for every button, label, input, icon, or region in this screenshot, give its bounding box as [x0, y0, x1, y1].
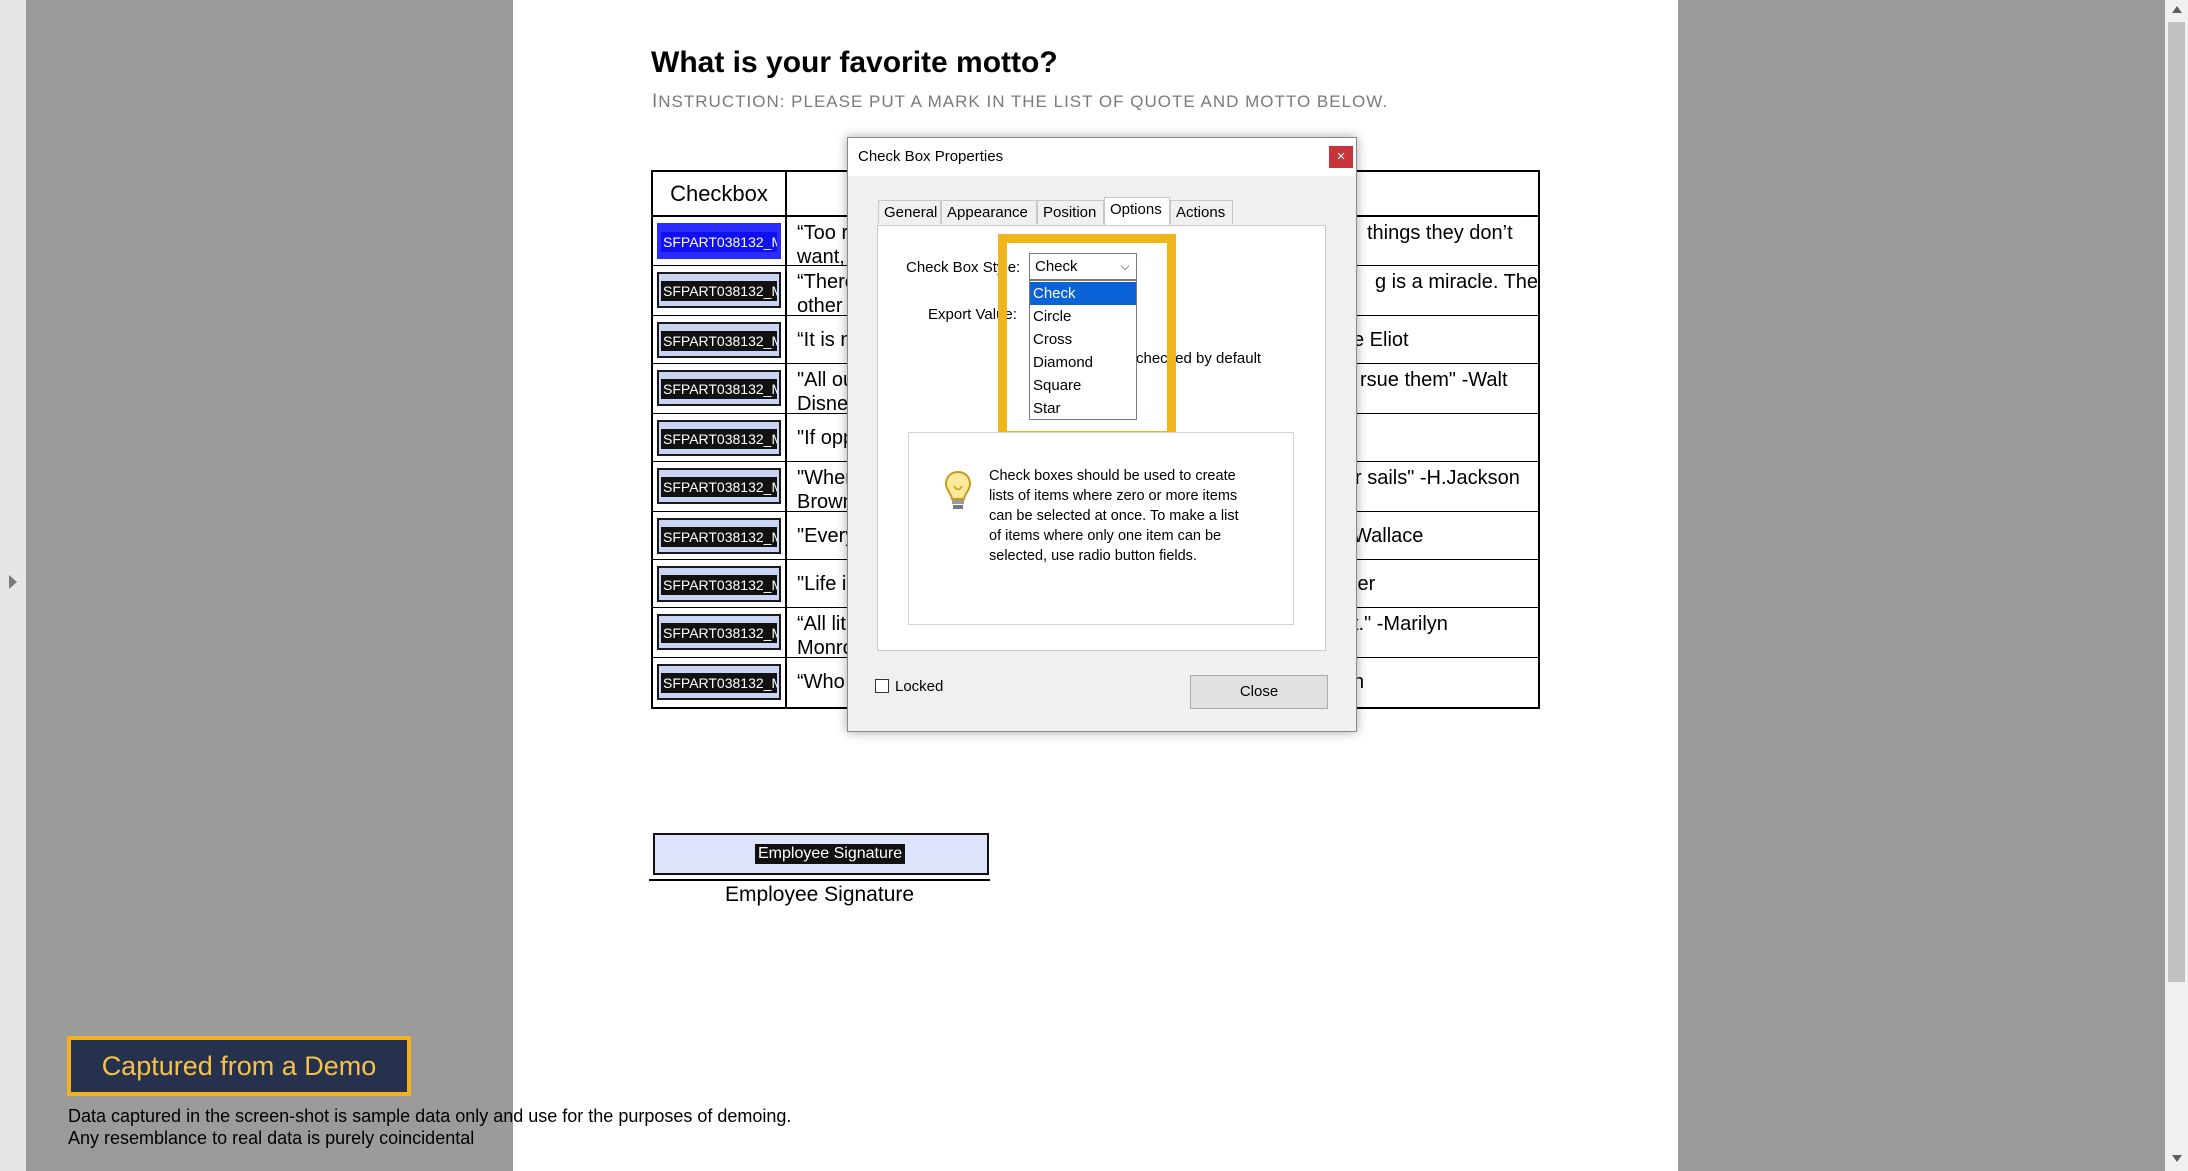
checkbox-cell: SFPART038132_Mc: [653, 462, 787, 511]
checkbox-field[interactable]: SFPART038132_Mc: [657, 322, 781, 358]
close-button[interactable]: Close: [1190, 675, 1328, 709]
signature-field[interactable]: Employee Signature: [653, 833, 989, 875]
checkbox-field[interactable]: SFPART038132_Mc: [657, 614, 781, 650]
expand-panel-icon[interactable]: [9, 575, 17, 589]
checkbox-field[interactable]: SFPART038132_Mc: [657, 468, 781, 504]
locked-label: Locked: [895, 678, 944, 695]
page-title: What is your favorite motto?: [651, 46, 1058, 79]
checkbox-field[interactable]: SFPART038132_Mc: [657, 420, 781, 456]
close-icon[interactable]: ×: [1329, 146, 1353, 168]
tab-general[interactable]: General: [878, 200, 941, 224]
quote-line: "Wher: [797, 467, 852, 489]
quote-line: other: [797, 295, 843, 317]
quote-line: Brown: [797, 491, 854, 513]
tip-box: Check boxes should be used to create lis…: [908, 432, 1294, 625]
quote-line: “All lit: [797, 613, 846, 635]
field-name: SFPART038132_Mc: [661, 232, 777, 252]
tab-actions[interactable]: Actions: [1170, 200, 1233, 224]
signature-field-name: Employee Signature: [755, 844, 906, 864]
quote-line: “It is n: [797, 329, 852, 351]
field-name: SFPART038132_Mc: [661, 575, 777, 595]
tab-position[interactable]: Position: [1037, 200, 1104, 224]
check-box-properties-dialog: Check Box Properties × General Appearanc…: [847, 137, 1357, 732]
checkbox-field-selected[interactable]: SFPART038132_Mc: [657, 223, 781, 259]
highlight-frame: [998, 234, 1176, 440]
quote-line-right: g is a miracle. The: [1375, 271, 1539, 293]
field-name: SFPART038132_Mc: [661, 673, 777, 693]
quote-line-right: rsue them" -Walt: [1360, 369, 1508, 391]
tab-appearance[interactable]: Appearance: [941, 200, 1037, 224]
disclaimer-line-1: Data captured in the screen-shot is samp…: [68, 1106, 792, 1126]
signature-line: [649, 879, 990, 881]
quote-line-right: r sails" -H.Jackson: [1355, 467, 1520, 489]
dialog-title: Check Box Properties: [858, 148, 1004, 165]
checkbox-field[interactable]: SFPART038132_Mc: [657, 272, 781, 308]
checkbox-cell: SFPART038132_Mc: [653, 560, 787, 607]
vertical-scrollbar[interactable]: [2165, 0, 2188, 1171]
field-name: SFPART038132_Mc: [661, 379, 777, 399]
left-panel-strip: [0, 0, 26, 1171]
checkbox-field[interactable]: SFPART038132_Mc: [657, 664, 781, 700]
quote-line: “Who: [797, 671, 845, 693]
checkbox-field[interactable]: SFPART038132_Mc: [657, 566, 781, 602]
scroll-thumb[interactable]: [2168, 22, 2185, 982]
scroll-down-icon[interactable]: [2172, 1155, 2182, 1162]
field-name: SFPART038132_Mc: [661, 477, 777, 497]
disclaimer-line-2: Any resemblance to real data is purely c…: [68, 1128, 475, 1148]
quote-line: Monro: [797, 637, 854, 659]
signature-label: Employee Signature: [724, 883, 915, 906]
checkbox-cell: SFPART038132_Mc: [653, 266, 787, 315]
checkbox-cell: SFPART038132_Mc: [653, 608, 787, 657]
field-name: SFPART038132_Mc: [661, 623, 777, 643]
demo-badge: Captured from a Demo: [67, 1036, 411, 1096]
instruction-text: Instruction: please put a mark in the li…: [652, 91, 1388, 113]
table-header-checkbox: Checkbox: [653, 172, 787, 217]
quote-line: "All ou: [797, 369, 855, 391]
tip-text: Check boxes should be used to create lis…: [989, 468, 1239, 564]
checkbox-cell: SFPART038132_Mc: [653, 217, 787, 265]
checkbox-icon[interactable]: [875, 679, 889, 693]
quote-line-right: e Eliot: [1353, 329, 1409, 351]
quote-line-right: things they don’t: [1367, 222, 1513, 244]
checkbox-cell: SFPART038132_Mc: [653, 316, 787, 363]
quote-line-right: t." -Marilyn: [1353, 613, 1448, 635]
tab-options[interactable]: Options: [1104, 197, 1170, 225]
instruction-rest: nstruction: please put a mark in the lis…: [658, 92, 1389, 111]
checkbox-cell: SFPART038132_Mc: [653, 512, 787, 559]
checkbox-field[interactable]: SFPART038132_Mc: [657, 518, 781, 554]
checkbox-field[interactable]: SFPART038132_Mc: [657, 370, 781, 406]
quote-line: "If opp: [797, 427, 855, 449]
field-name: SFPART038132_Mc: [661, 281, 777, 301]
checkbox-cell: SFPART038132_Mc: [653, 364, 787, 413]
quote-line: “Too r: [797, 222, 849, 244]
checkbox-cell: SFPART038132_Mc: [653, 414, 787, 461]
quote-line: Disne: [797, 393, 849, 415]
locked-checkbox[interactable]: Locked: [875, 678, 943, 695]
field-name: SFPART038132_Mc: [661, 429, 777, 449]
quote-line-right: Wallace: [1353, 525, 1424, 547]
lightbulb-icon: [944, 470, 972, 509]
checkbox-cell: SFPART038132_Mc: [653, 658, 787, 707]
dialog-titlebar[interactable]: Check Box Properties ×: [848, 138, 1356, 176]
quote-line: "Life i: [797, 573, 847, 595]
scroll-up-icon[interactable]: [2172, 6, 2182, 13]
field-name: SFPART038132_Mc: [661, 527, 777, 547]
field-name: SFPART038132_Mc: [661, 331, 777, 351]
